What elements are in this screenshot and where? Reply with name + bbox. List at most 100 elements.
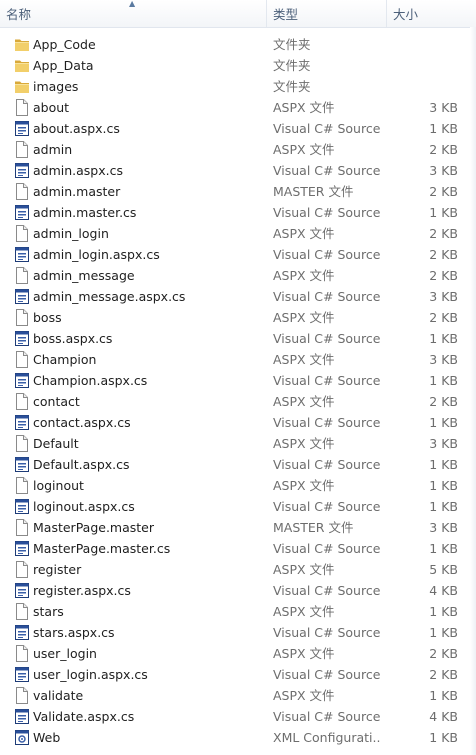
file-name: admin.master.cs [33, 205, 137, 220]
file-row[interactable]: loginout.aspx.cs Visual C# Source... 1 KB [0, 496, 476, 517]
csharp-file-icon [14, 456, 30, 473]
file-row[interactable]: App_Data 文件夹 [0, 55, 476, 76]
file-size: 1 KB [429, 457, 458, 472]
file-row[interactable]: MasterPage.master MASTER 文件 3 KB [0, 517, 476, 538]
csharp-file-icon [14, 540, 30, 557]
csharp-file-icon [14, 330, 30, 347]
file-row[interactable]: admin_login ASPX 文件 2 KB [0, 223, 476, 244]
csharp-file-icon [14, 288, 30, 305]
column-header-size[interactable]: 大小 [386, 0, 476, 27]
file-size: 4 KB [429, 709, 458, 724]
file-type: ASPX 文件 [273, 604, 335, 619]
folder-icon [14, 57, 30, 74]
scroll-edge [470, 27, 476, 755]
file-type: ASPX 文件 [273, 436, 335, 451]
file-type: Visual C# Source... [273, 499, 381, 514]
file-type: Visual C# Source... [273, 625, 381, 640]
file-icon [14, 393, 30, 410]
file-icon [14, 225, 30, 242]
file-row[interactable]: about.aspx.cs Visual C# Source... 1 KB [0, 118, 476, 139]
file-name: admin_login [33, 226, 109, 241]
file-type: ASPX 文件 [273, 352, 335, 367]
file-name: App_Data [33, 58, 94, 73]
file-name: loginout.aspx.cs [33, 499, 135, 514]
file-row[interactable]: MasterPage.master.cs Visual C# Source... 1… [0, 538, 476, 559]
file-type: Visual C# Source... [273, 457, 381, 472]
file-row[interactable]: user_login.aspx.cs Visual C# Source... 2 K… [0, 664, 476, 685]
file-size: 2 KB [429, 268, 458, 283]
file-size: 1 KB [429, 478, 458, 493]
file-type: 文件夹 [273, 79, 311, 94]
file-row[interactable]: register ASPX 文件 5 KB [0, 559, 476, 580]
csharp-file-icon [14, 624, 30, 641]
file-name: stars [33, 604, 64, 619]
file-name: MasterPage.master.cs [33, 541, 171, 556]
file-row[interactable]: admin_message ASPX 文件 2 KB [0, 265, 476, 286]
file-size: 1 KB [429, 331, 458, 346]
file-name: MasterPage.master [33, 520, 155, 535]
file-size: 1 KB [429, 205, 458, 220]
file-row[interactable]: loginout ASPX 文件 1 KB [0, 475, 476, 496]
file-name: Web [33, 730, 61, 745]
file-row[interactable]: admin.master.cs Visual C# Source... 1 KB [0, 202, 476, 223]
file-icon [14, 99, 30, 116]
file-size: 2 KB [429, 394, 458, 409]
column-header-type[interactable]: 类型 [266, 0, 386, 27]
file-row[interactable]: user_login ASPX 文件 2 KB [0, 643, 476, 664]
file-row[interactable]: contact.aspx.cs Visual C# Source... 1 KB [0, 412, 476, 433]
sort-ascending-icon: ▲ [129, 0, 136, 8]
file-row[interactable]: admin.aspx.cs Visual C# Source... 3 KB [0, 160, 476, 181]
file-icon [14, 645, 30, 662]
file-name: about [33, 100, 70, 115]
file-row[interactable]: Default ASPX 文件 3 KB [0, 433, 476, 454]
file-size: 5 KB [429, 562, 458, 577]
file-list: App_Code 文件夹 App_Data 文件夹 images 文件夹 about ASPX… [0, 34, 476, 748]
csharp-file-icon [14, 246, 30, 263]
file-row[interactable]: Web XML Configurati... 1 KB [0, 727, 476, 748]
file-icon [14, 435, 30, 452]
file-row[interactable]: Champion ASPX 文件 3 KB [0, 349, 476, 370]
file-explorer-window: 名称 ▲ 类型 大小 App_Code 文件夹 App_Data 文件夹 images 文… [0, 0, 476, 755]
file-row[interactable]: admin_message.aspx.cs Visual C# Source...… [0, 286, 476, 307]
file-size: 1 KB [429, 730, 458, 745]
file-row[interactable]: admin ASPX 文件 2 KB [0, 139, 476, 160]
file-type: Visual C# Source... [273, 415, 381, 430]
file-row[interactable]: boss.aspx.cs Visual C# Source... 1 KB [0, 328, 476, 349]
file-name: Champion [33, 352, 97, 367]
csharp-file-icon [14, 666, 30, 683]
file-name: admin_login.aspx.cs [33, 247, 160, 262]
file-name: stars.aspx.cs [33, 625, 115, 640]
file-type: Visual C# Source... [273, 247, 381, 262]
file-type: ASPX 文件 [273, 646, 335, 661]
csharp-file-icon [14, 162, 30, 179]
column-header-type-label: 类型 [273, 7, 299, 22]
file-size: 3 KB [429, 352, 458, 367]
csharp-file-icon [14, 204, 30, 221]
file-row[interactable]: stars ASPX 文件 1 KB [0, 601, 476, 622]
file-type: MASTER 文件 [273, 520, 354, 535]
file-type: Visual C# Source... [273, 163, 381, 178]
file-type: Visual C# Source... [273, 205, 381, 220]
file-name: user_login.aspx.cs [33, 667, 148, 682]
file-row[interactable]: Champion.aspx.cs Visual C# Source... 1 KB [0, 370, 476, 391]
file-type: Visual C# Source... [273, 121, 381, 136]
file-row[interactable]: Validate.aspx.cs Visual C# Source... 4 KB [0, 706, 476, 727]
file-row[interactable]: validate ASPX 文件 1 KB [0, 685, 476, 706]
file-name: Champion.aspx.cs [33, 373, 148, 388]
file-type: ASPX 文件 [273, 310, 335, 325]
file-row[interactable]: images 文件夹 [0, 76, 476, 97]
file-icon [14, 309, 30, 326]
csharp-file-icon [14, 708, 30, 725]
file-row[interactable]: contact ASPX 文件 2 KB [0, 391, 476, 412]
file-name: contact.aspx.cs [33, 415, 131, 430]
file-size: 2 KB [429, 247, 458, 262]
file-row[interactable]: admin_login.aspx.cs Visual C# Source... 2 … [0, 244, 476, 265]
file-row[interactable]: admin.master MASTER 文件 2 KB [0, 181, 476, 202]
file-row[interactable]: boss ASPX 文件 2 KB [0, 307, 476, 328]
file-row[interactable]: stars.aspx.cs Visual C# Source... 1 KB [0, 622, 476, 643]
file-row[interactable]: Default.aspx.cs Visual C# Source... 1 KB [0, 454, 476, 475]
file-row[interactable]: App_Code 文件夹 [0, 34, 476, 55]
file-row[interactable]: about ASPX 文件 3 KB [0, 97, 476, 118]
file-name: images [33, 79, 79, 94]
file-row[interactable]: register.aspx.cs Visual C# Source... 4 KB [0, 580, 476, 601]
